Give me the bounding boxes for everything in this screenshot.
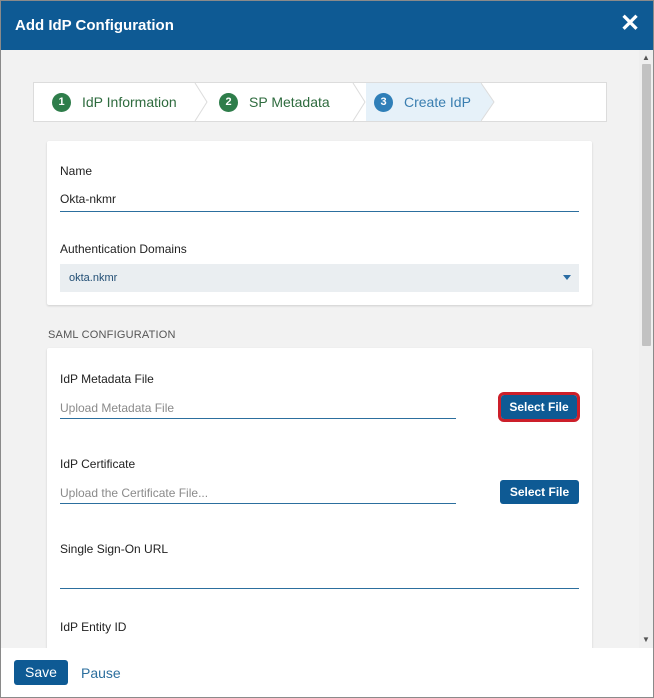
metadata-file-underline	[60, 418, 456, 419]
step-chevron-icon	[352, 83, 366, 121]
auth-domains-select[interactable]: okta.nkmr	[60, 264, 579, 292]
sso-url-underline	[60, 588, 579, 589]
save-button[interactable]: Save	[14, 660, 68, 685]
auth-domains-value: okta.nkmr	[69, 272, 118, 284]
auth-domains-label: Authentication Domains	[60, 242, 187, 256]
step-sp-metadata[interactable]: 2 SP Metadata	[219, 83, 359, 121]
step-number: 1	[52, 92, 71, 112]
step-number: 3	[374, 92, 393, 112]
chevron-down-icon	[563, 275, 571, 280]
step-label: IdP Information	[82, 94, 177, 110]
step-chevron-icon	[194, 83, 208, 121]
step-label: Create IdP	[404, 94, 471, 110]
certificate-input[interactable]: Upload the Certificate File...	[60, 486, 208, 500]
name-label: Name	[60, 164, 93, 178]
dialog-header: Add IdP Configuration ✕	[1, 1, 653, 50]
step-label: SP Metadata	[249, 94, 330, 110]
vertical-scrollbar[interactable]: ▲ ▼	[639, 50, 653, 648]
wizard-steps: 1 IdP Information 2 SP Metadata 3 Create…	[33, 82, 607, 122]
saml-section-title: SAML CONFIGURATION	[48, 329, 176, 341]
certificate-label: IdP Certificate	[60, 457, 136, 471]
dialog-footer: Save Pause	[1, 648, 653, 697]
step-number: 2	[219, 92, 238, 112]
entity-id-label: IdP Entity ID	[60, 620, 127, 634]
scroll-down-icon[interactable]: ▼	[639, 634, 653, 646]
close-icon[interactable]: ✕	[619, 11, 641, 37]
scroll-up-icon[interactable]: ▲	[639, 52, 653, 64]
certificate-select-file-button[interactable]: Select File	[500, 480, 579, 504]
general-card: Name Okta-nkmr Authentication Domains ok…	[47, 141, 592, 305]
certificate-underline	[60, 503, 456, 504]
saml-card: IdP Metadata File Upload Metadata File S…	[47, 348, 592, 648]
metadata-select-file-button[interactable]: Select File	[498, 392, 580, 422]
metadata-file-label: IdP Metadata File	[60, 372, 154, 386]
scrollbar-thumb[interactable]	[642, 64, 651, 346]
step-create-idp[interactable]: 3 Create IdP	[366, 83, 481, 121]
add-idp-dialog: Add IdP Configuration ✕ 1 IdP Informatio…	[0, 0, 654, 698]
metadata-file-input[interactable]: Upload Metadata File	[60, 401, 174, 415]
name-input-underline	[60, 211, 579, 212]
step-chevron-icon	[481, 83, 495, 121]
dialog-body: 1 IdP Information 2 SP Metadata 3 Create…	[1, 50, 653, 648]
name-input[interactable]: Okta-nkmr	[60, 192, 116, 206]
sso-url-label: Single Sign-On URL	[60, 542, 169, 556]
dialog-title: Add IdP Configuration	[15, 17, 174, 34]
wizard-content: 1 IdP Information 2 SP Metadata 3 Create…	[33, 82, 607, 648]
pause-link[interactable]: Pause	[81, 665, 121, 681]
step-idp-information[interactable]: 1 IdP Information	[52, 83, 192, 121]
